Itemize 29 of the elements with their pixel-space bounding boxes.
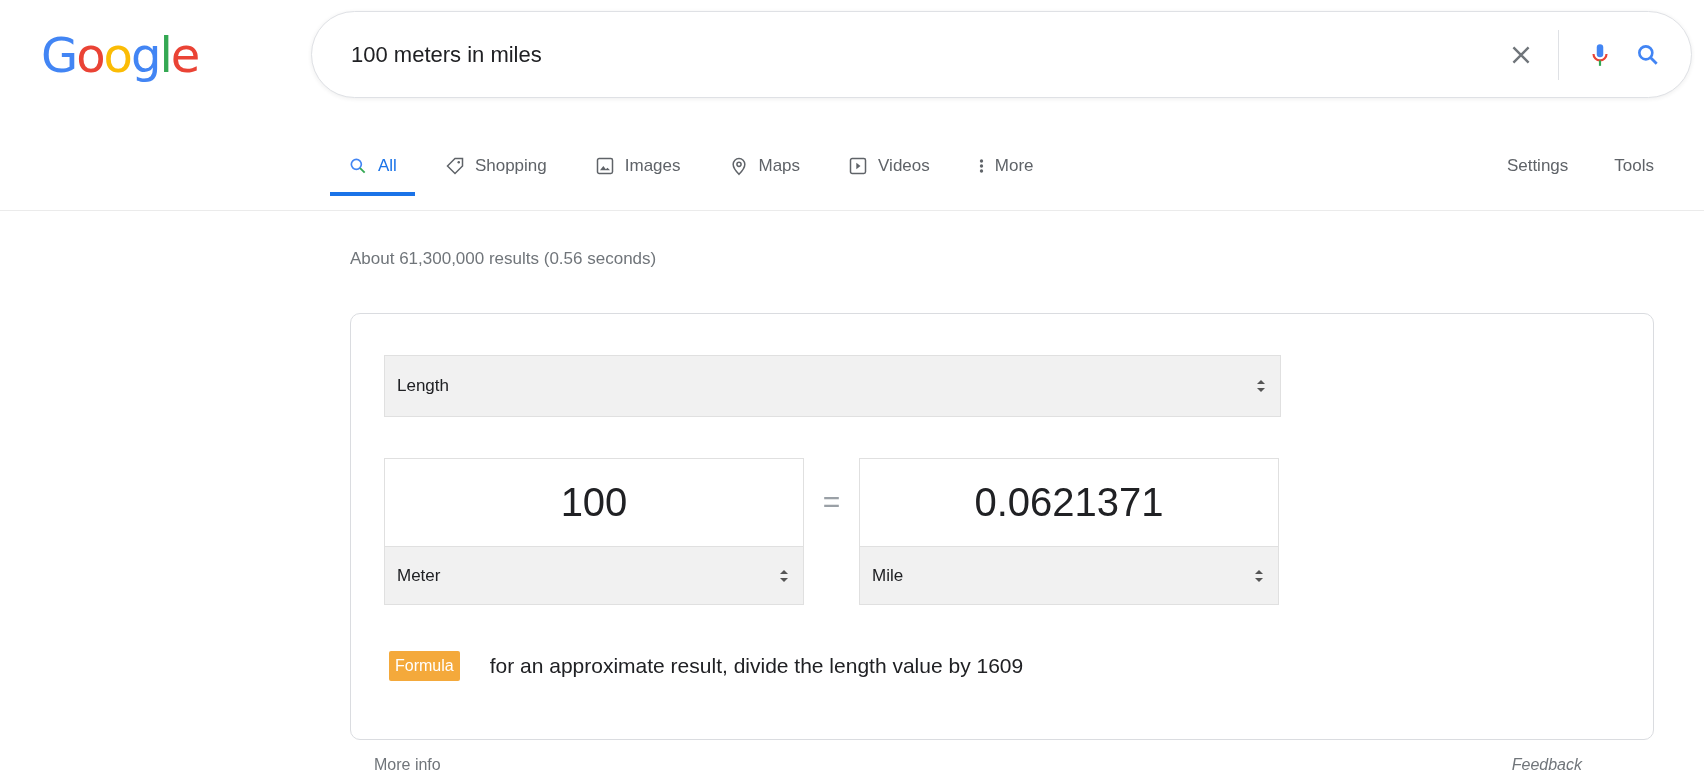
search-tab[interactable]: All	[330, 140, 415, 196]
search-tab[interactable]: Shopping	[426, 140, 565, 196]
search-icon	[348, 156, 368, 176]
tag-icon	[444, 156, 465, 176]
value-input[interactable]: 100	[384, 458, 804, 547]
search-tab[interactable]: Maps	[710, 140, 819, 196]
value-input[interactable]: 0.0621371	[859, 458, 1279, 547]
unit-select[interactable]: Mile	[859, 547, 1279, 605]
feedback-link[interactable]: Feedback	[1511, 756, 1582, 774]
more-icon	[977, 156, 985, 176]
toolbar-link[interactable]: Settings	[1506, 140, 1569, 192]
formula-badge: Formula	[389, 651, 460, 681]
stepper-icon	[1256, 378, 1266, 394]
search-tab[interactable]: Videos	[830, 140, 948, 196]
equals-sign: =	[821, 484, 842, 519]
play-icon	[848, 156, 869, 176]
search-input[interactable]: 100 meters in miles	[349, 12, 1486, 97]
category-select[interactable]: Length	[384, 355, 1281, 417]
search-tab[interactable]: More	[959, 140, 1052, 196]
result-stats: About 61,300,000 results (0.56 seconds)	[350, 249, 658, 269]
image-icon	[594, 156, 615, 176]
search-bar[interactable]: 100 meters in miles	[311, 11, 1692, 98]
stepper-icon	[1254, 567, 1264, 584]
formula-text: for an approximate result, divide the length value by 1609	[489, 654, 1024, 678]
toolbar-link[interactable]: Tools	[1614, 140, 1654, 192]
unit-select[interactable]: Meter	[384, 547, 804, 605]
search-tab[interactable]: Images	[576, 140, 699, 196]
stepper-icon	[779, 567, 789, 584]
more-info-link[interactable]: More info	[374, 756, 441, 774]
